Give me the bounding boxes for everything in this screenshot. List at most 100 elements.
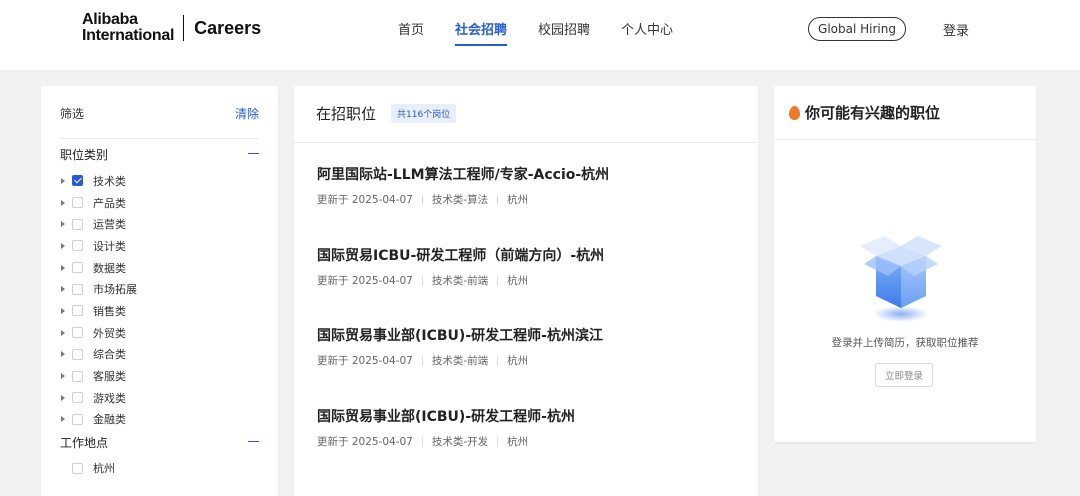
category-label: 销售类 xyxy=(93,304,126,318)
category-option[interactable]: 运营类 xyxy=(61,213,137,235)
expand-arrow-icon[interactable] xyxy=(61,199,65,206)
expand-arrow-icon[interactable] xyxy=(61,307,65,314)
job-item[interactable]: 阿里国际站-LLM算法工程师/专家-Accio-杭州 更新于 2025-04-0… xyxy=(317,164,737,207)
job-title[interactable]: 国际贸易事业部(ICBU)-研发工程师-杭州滨江 xyxy=(317,325,737,345)
main-nav: 首页 社会招聘 校园招聘 个人中心 xyxy=(398,19,704,46)
filter-title: 筛选 xyxy=(60,107,85,121)
job-updated: 更新于 2025-04-07 xyxy=(317,194,413,206)
category-label: 金融类 xyxy=(93,413,126,427)
expand-arrow-icon[interactable] xyxy=(61,264,65,271)
job-item[interactable]: 国际贸易事业部(ICBU)-研发工程师-杭州 更新于 2025-04-07 技术… xyxy=(317,406,737,449)
expand-arrow-icon[interactable] xyxy=(61,416,65,423)
nav-home[interactable]: 首页 xyxy=(398,19,424,38)
checkbox[interactable] xyxy=(72,262,83,274)
job-item[interactable]: 国际贸易ICBU-研发工程师（前端方向）-杭州 更新于 2025-04-07 技… xyxy=(317,245,737,288)
job-title[interactable]: 阿里国际站-LLM算法工程师/专家-Accio-杭州 xyxy=(317,164,737,184)
flame-icon xyxy=(789,105,800,120)
login-now-button[interactable]: 立即登录 xyxy=(875,363,933,387)
divider xyxy=(421,194,423,205)
checkbox[interactable] xyxy=(72,370,83,382)
alibaba-careers-logo[interactable]: Alibaba International Careers xyxy=(82,12,261,44)
divider xyxy=(421,436,423,447)
global-hiring-button[interactable]: Global Hiring xyxy=(808,17,906,41)
category-list: 技术类产品类运营类设计类数据类市场拓展销售类外贸类综合类客服类游戏类金融类 xyxy=(61,170,137,430)
checkbox[interactable] xyxy=(72,218,83,230)
category-label: 市场拓展 xyxy=(93,283,137,297)
filter-panel: 筛选 清除 职位类别 技术类 产品类 运营类 设计类 数据类 市场拓展 销售类 外贸类 综合类客… xyxy=(41,86,278,496)
job-meta: 更新于 2025-04-07 技术类-前端 杭州 xyxy=(317,353,737,368)
logo-brand: Alibaba International xyxy=(82,11,175,44)
category-option[interactable]: 产品类 xyxy=(61,192,137,214)
collapse-category-icon[interactable] xyxy=(248,153,259,154)
clear-filter-button[interactable]: 清除 xyxy=(235,105,259,122)
category-option[interactable]: 销售类 xyxy=(61,300,137,322)
checkbox[interactable] xyxy=(72,305,83,317)
divider xyxy=(497,355,499,366)
category-label: 技术类 xyxy=(93,174,126,188)
checkbox[interactable] xyxy=(72,175,83,187)
divider xyxy=(294,142,758,143)
category-label: 运营类 xyxy=(93,218,126,232)
nav-social-recruitment[interactable]: 社会招聘 xyxy=(455,19,508,46)
expand-arrow-icon[interactable] xyxy=(61,221,65,228)
category-label: 游戏类 xyxy=(93,391,126,405)
category-option[interactable]: 游戏类 xyxy=(61,387,137,409)
expand-arrow-icon[interactable] xyxy=(61,394,65,401)
category-label: 客服类 xyxy=(93,370,126,384)
category-option[interactable]: 数据类 xyxy=(61,257,137,279)
recommendation-prompt: 登录并上传简历，获取职位推荐 xyxy=(831,337,979,349)
checkbox[interactable] xyxy=(72,283,83,295)
expand-arrow-icon[interactable] xyxy=(61,329,65,336)
location-option-hangzhou[interactable]: 杭州 xyxy=(72,460,115,476)
expand-arrow-icon[interactable] xyxy=(61,242,65,249)
nav-campus-recruitment[interactable]: 校园招聘 xyxy=(538,19,590,38)
category-option[interactable]: 外贸类 xyxy=(61,322,137,344)
checkbox[interactable] xyxy=(72,327,83,339)
category-label: 综合类 xyxy=(93,348,126,362)
job-title[interactable]: 国际贸易ICBU-研发工程师（前端方向）-杭州 xyxy=(317,245,737,265)
location-label: 杭州 xyxy=(93,462,115,475)
logo-careers: Careers xyxy=(194,17,262,38)
expand-arrow-icon[interactable] xyxy=(61,286,65,293)
category-option[interactable]: 市场拓展 xyxy=(61,278,137,300)
job-city: 杭州 xyxy=(507,275,529,287)
checkbox[interactable] xyxy=(72,348,83,360)
open-box-icon xyxy=(860,236,942,322)
category-option[interactable]: 技术类 xyxy=(61,170,137,192)
expand-arrow-icon[interactable] xyxy=(61,373,65,380)
login-link[interactable]: 登录 xyxy=(943,20,969,39)
job-city: 杭州 xyxy=(507,355,529,367)
job-category: 技术类-前端 xyxy=(431,275,489,287)
category-label: 数据类 xyxy=(93,261,126,275)
job-title[interactable]: 国际贸易事业部(ICBU)-研发工程师-杭州 xyxy=(317,406,737,426)
job-category: 技术类-前端 xyxy=(431,355,489,367)
job-meta: 更新于 2025-04-07 技术类-算法 杭州 xyxy=(317,192,737,207)
checkbox[interactable] xyxy=(72,392,83,404)
category-option[interactable]: 综合类 xyxy=(61,344,137,366)
job-updated: 更新于 2025-04-07 xyxy=(317,355,413,367)
checkbox[interactable] xyxy=(72,240,83,252)
category-option[interactable]: 客服类 xyxy=(61,365,137,387)
job-meta: 更新于 2025-04-07 技术类-前端 杭州 xyxy=(317,273,737,288)
recommendation-panel: 你可能有兴趣的职位 登录并上传简历，获取职位推荐 立即登录 xyxy=(774,86,1036,442)
expand-arrow-icon[interactable] xyxy=(61,351,65,358)
nav-personal-center[interactable]: 个人中心 xyxy=(621,19,673,38)
category-label: 外贸类 xyxy=(93,326,126,340)
divider xyxy=(497,436,499,447)
expand-arrow-icon[interactable] xyxy=(61,177,65,184)
top-header: Alibaba International Careers 首页 社会招聘 校园… xyxy=(0,0,1080,70)
checkbox[interactable] xyxy=(72,462,83,474)
checkbox[interactable] xyxy=(72,413,83,425)
job-category: 技术类-开发 xyxy=(431,436,489,448)
jobs-panel: 在招职位 共116个岗位 阿里国际站-LLM算法工程师/专家-Accio-杭州 … xyxy=(294,86,758,496)
category-option[interactable]: 设计类 xyxy=(61,235,137,257)
job-city: 杭州 xyxy=(507,436,529,448)
divider xyxy=(60,138,259,139)
divider xyxy=(774,139,1036,140)
checkbox[interactable] xyxy=(72,197,83,209)
job-item[interactable]: 国际贸易事业部(ICBU)-研发工程师-杭州滨江 更新于 2025-04-07 … xyxy=(317,325,737,368)
category-option[interactable]: 金融类 xyxy=(61,409,137,431)
divider xyxy=(421,355,423,366)
collapse-location-icon[interactable] xyxy=(248,441,259,442)
divider xyxy=(497,194,499,205)
